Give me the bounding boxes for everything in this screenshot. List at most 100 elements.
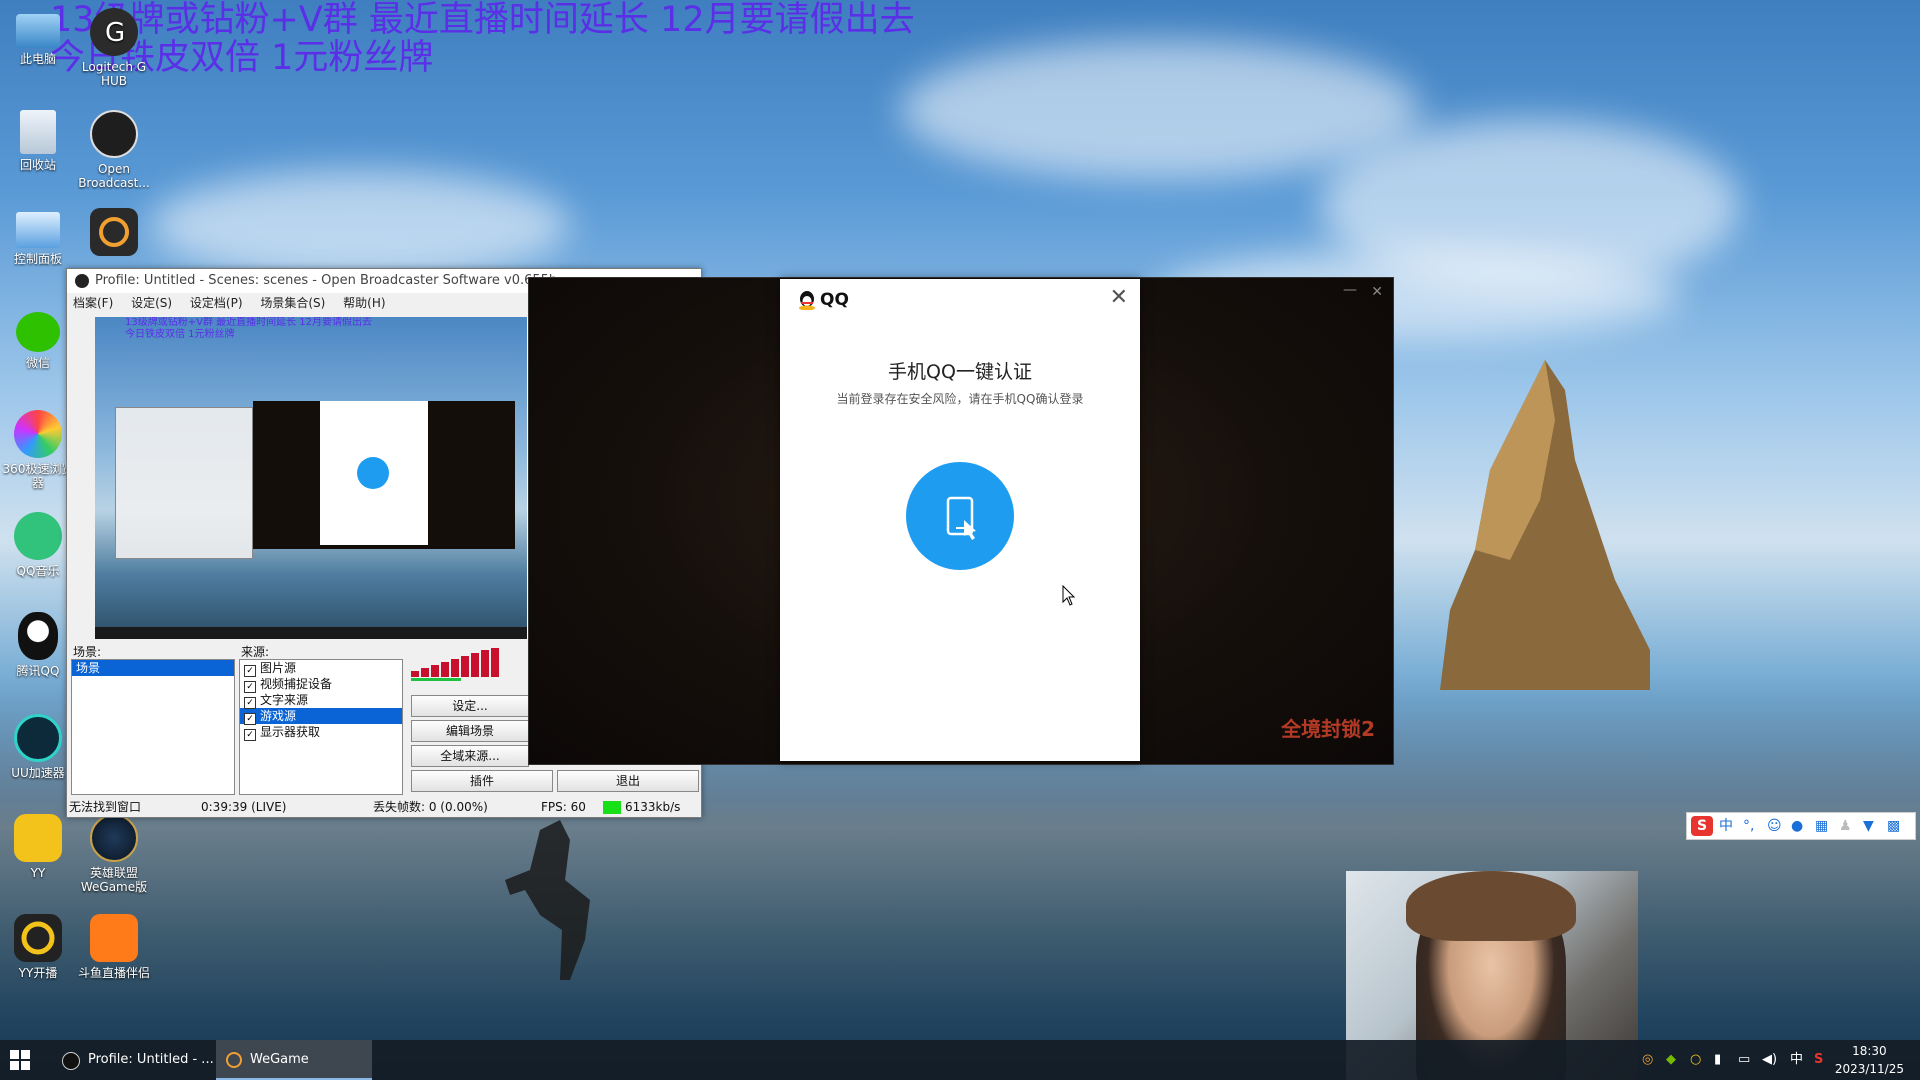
obs-menu-profile-set[interactable]: 设定档(P) [190,296,243,310]
obs-icon [90,110,138,158]
desktop-icon-label: UU加速器 [11,766,65,780]
preview-taskbar [95,627,527,639]
taskbar-clock[interactable]: 18:30 2023/11/25 [1835,1042,1904,1078]
desktop-icon-douyu[interactable]: 斗鱼直播伴侣 [76,914,152,980]
scenes-label: 场景: [73,645,102,659]
desktop-icon-uu[interactable]: UU加速器 [0,714,76,780]
desktop-icon-label: 斗鱼直播伴侣 [77,966,150,980]
tray-wegame-icon[interactable]: ◎ [1642,1040,1653,1080]
toolbox-icon[interactable]: ▩ [1887,813,1900,839]
source-name: 文字来源 [260,693,309,707]
uu-icon [14,714,62,762]
obs-preview[interactable]: 13级牌或钻粉+V群 最近直播时间延长 12月要请假出去 今日铁皮双倍 1元粉丝… [95,317,527,639]
checkbox-checked-icon[interactable]: ✓ [244,729,256,741]
taskbar: Profile: Untitled - ... WeGame ◎ ◆ ○ ▮ ▭… [0,1040,1920,1080]
tray-network-icon[interactable]: ▭ [1738,1040,1750,1080]
tray-microphone-icon[interactable]: ▮ [1714,1040,1721,1080]
source-name: 游戏源 [260,709,297,723]
tray-nvidia-icon[interactable]: ◆ [1666,1040,1676,1080]
desktop-icon-label: YY [30,866,46,880]
obs-menu-profile[interactable]: 档案(F) [73,296,113,310]
desktop-icon-label: 微信 [25,356,50,370]
desktop-icon-yy-live[interactable]: YY开播 [0,914,76,980]
desktop-icon-logitech[interactable]: G Logitech G HUB [76,8,152,88]
source-name: 视频捕捉设备 [260,677,333,691]
qq-auth-subtitle: 当前登录存在安全风险，请在手机QQ确认登录 [836,392,1084,406]
desktop-icon-this-pc[interactable]: 此电脑 [0,8,76,66]
tray-language[interactable]: 中 [1790,1040,1803,1080]
punctuation-icon[interactable]: °, [1743,813,1754,839]
logitech-icon: G [90,8,138,56]
desktop-icon-obs[interactable]: Open Broadcast... [76,110,152,190]
control-panel-icon [16,212,60,248]
desktop-icon-control-panel[interactable]: 控制面板 [0,212,76,266]
sources-label: 来源: [241,645,270,659]
wegame-icon [226,1052,242,1068]
tray-yy-icon[interactable]: ○ [1690,1040,1701,1080]
close-icon[interactable]: ✕ [1371,284,1383,300]
emoji-icon[interactable]: ☺ [1767,813,1782,839]
qq-penguin-icon [799,291,815,310]
global-sources-button[interactable]: 全域来源... [411,745,529,767]
browser-360-icon [14,410,62,458]
obs-menu-scene-collection[interactable]: 场景集合(S) [260,296,325,310]
mouse-cursor-icon [1062,585,1076,606]
desktop-icon-qq-music[interactable]: QQ音乐 [0,512,76,578]
status-time: 0:39:39 (LIVE) [201,800,287,814]
qq-auth-dialog[interactable]: QQ ✕ 手机QQ一键认证 当前登录存在安全风险，请在手机QQ确认登录 [780,279,1140,761]
desktop-icon-360-browser[interactable]: 360极速浏览器 [0,410,76,490]
user-icon[interactable]: ♟ [1839,813,1852,839]
obs-menu-help[interactable]: 帮助(H) [343,296,385,310]
exit-button[interactable]: 退出 [557,770,699,792]
sources-list[interactable]: ✓ 图片源 ✓ 视频捕捉设备 ✓ 文字来源 ✓ 游戏源 ✓ 显示器获取 [239,659,403,795]
qq-music-icon [14,512,62,560]
wallpaper-cloud [150,170,570,280]
plugins-button[interactable]: 插件 [411,770,553,792]
wegame-icon [90,208,138,256]
webcam-hair [1406,871,1576,941]
desktop-icon-lol[interactable]: 英雄联盟WeGame版 [76,814,152,894]
game-logo: 全境封锁2 [1281,717,1375,741]
minimize-icon[interactable]: — [1343,282,1357,298]
status-window: 无法找到窗口 [69,800,142,814]
desktop-icon-label: 360极速浏览器 [2,462,74,490]
wechat-icon [16,312,60,352]
scene-item[interactable]: 场景 [72,660,234,676]
microphone-icon[interactable]: ● [1791,813,1803,839]
sogou-icon[interactable]: S [1691,816,1713,836]
recycle-bin-icon [20,110,56,154]
tray-sogou-icon[interactable]: S [1814,1040,1823,1080]
source-item[interactable]: ✓ 图片源 [240,660,402,677]
qq-icon [18,612,58,660]
taskbar-item-wegame[interactable]: WeGame [216,1040,372,1080]
desktop-icon-label: 回收站 [19,158,56,172]
source-item-selected[interactable]: ✓ 游戏源 [240,708,402,725]
svg-text:G: G [105,18,125,48]
windows-start-icon[interactable] [10,1050,30,1070]
desktop-icon-yy[interactable]: YY [0,814,76,880]
settings-button[interactable]: 设定... [411,695,529,717]
obs-menu-settings[interactable]: 设定(S) [131,296,172,310]
desktop-icon-qq[interactable]: 腾讯QQ [0,612,76,678]
source-item[interactable]: ✓ 文字来源 [240,692,402,709]
desktop-icon-wegame[interactable] [76,208,152,260]
tray-volume-icon[interactable]: ◀) [1762,1040,1777,1080]
keyboard-icon[interactable]: ▦ [1815,813,1828,839]
taskbar-item-obs[interactable]: Profile: Untitled - ... [54,1040,214,1080]
close-icon[interactable]: ✕ [1110,287,1128,309]
skin-icon[interactable]: ▼ [1863,813,1874,839]
preview-overlay-line2: 今日铁皮双倍 1元粉丝牌 [125,329,235,340]
source-name: 图片源 [260,661,297,675]
desktop-icon-wechat[interactable]: 微信 [0,312,76,370]
scenes-list[interactable]: 场景 [71,659,235,795]
edit-scene-button[interactable]: 编辑场景 [411,720,529,742]
desktop-icon-label: 腾讯QQ [16,664,60,678]
phone-confirm-button[interactable] [906,462,1014,570]
source-item[interactable]: ✓ 视频捕捉设备 [240,676,402,693]
ime-lang-toggle[interactable]: 中 [1719,813,1733,839]
preview-nested-obs [115,407,253,559]
ime-toolbar[interactable]: S 中 °, ☺ ● ▦ ♟ ▼ ▩ [1686,812,1916,840]
yy-live-icon [14,914,62,962]
source-item[interactable]: ✓ 显示器获取 [240,724,402,741]
desktop-icon-recycle-bin[interactable]: 回收站 [0,110,76,172]
